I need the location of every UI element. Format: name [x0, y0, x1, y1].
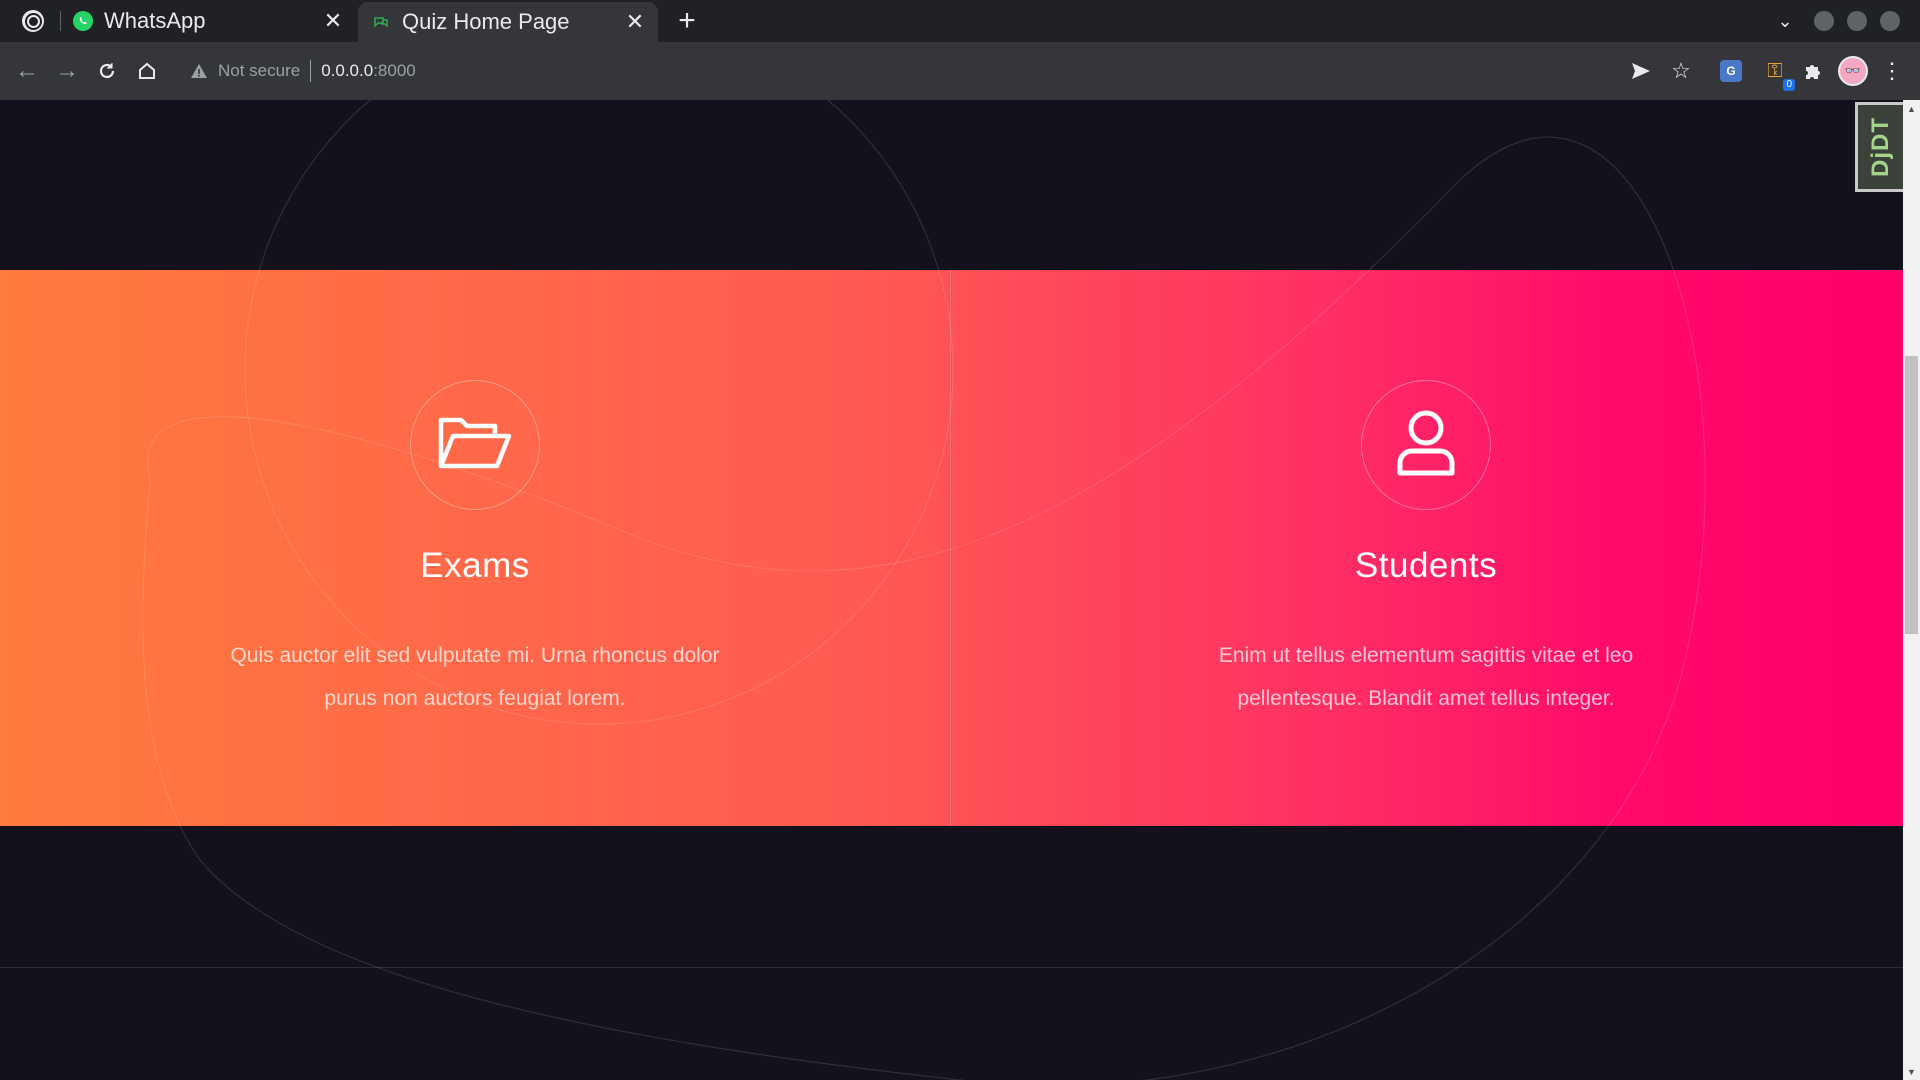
tab-title: WhatsApp: [104, 8, 206, 33]
feature-icon-circle: [1361, 380, 1491, 510]
close-tab-icon[interactable]: ✕: [622, 9, 648, 35]
home-icon[interactable]: [131, 55, 163, 87]
footer-divider: [0, 967, 1903, 968]
feature-title: Students: [1354, 546, 1498, 585]
feature-card-exams: Exams Quis auctor elit sed vulputate mi.…: [0, 270, 950, 826]
tab-whatsapp[interactable]: WhatsApp ✕: [60, 0, 356, 42]
minimize-button[interactable]: [1814, 11, 1834, 31]
tab-quiz-home[interactable]: Quiz Home Page ✕: [358, 2, 658, 42]
url-host: 0.0.0.0: [321, 61, 374, 80]
tab-search-chevron-icon[interactable]: ⌄: [1772, 8, 1798, 34]
scroll-down-arrow-icon[interactable]: ▼: [1903, 1063, 1920, 1080]
tab-title: Quiz Home Page: [402, 9, 570, 34]
extensions-puzzle-icon[interactable]: [1797, 55, 1829, 87]
folder-open-icon: [437, 414, 513, 477]
forward-arrow-icon[interactable]: →: [51, 55, 83, 87]
send-tab-icon[interactable]: [1625, 55, 1657, 87]
djdt-label: DjDT: [1866, 117, 1894, 177]
bookmark-star-icon[interactable]: ☆: [1665, 55, 1697, 87]
page-viewport: Exams Quis auctor elit sed vulputate mi.…: [0, 100, 1903, 1080]
page-scrollbar[interactable]: ▲ ▼: [1903, 100, 1920, 1080]
address-divider: [310, 60, 312, 82]
feature-description: Quis auctor elit sed vulputate mi. Urna …: [230, 644, 720, 710]
address-bar[interactable]: Not secure 0.0.0.0:8000: [176, 50, 1606, 92]
profile-avatar[interactable]: 👓: [1838, 56, 1868, 86]
feature-title: Exams: [420, 546, 530, 585]
warning-icon[interactable]: [188, 60, 210, 82]
page-icon: [370, 11, 392, 33]
django-debug-toolbar-handle[interactable]: DjDT: [1855, 102, 1903, 192]
extension-key-icon[interactable]: ⚿ 0: [1759, 55, 1795, 91]
whatsapp-icon: [72, 10, 94, 32]
feature-icon-circle: [410, 380, 540, 510]
tab-strip: WhatsApp ✕ Quiz Home Page ✕ + ⌄: [0, 0, 1920, 42]
new-tab-button[interactable]: +: [672, 4, 702, 37]
scroll-up-arrow-icon[interactable]: ▲: [1903, 100, 1920, 117]
url-port: :8000: [373, 61, 416, 80]
feature-description: Enim ut tellus elementum sagittis vitae …: [1218, 644, 1634, 710]
reload-icon[interactable]: [91, 55, 123, 87]
key-icon: ⚿: [1767, 59, 1783, 82]
security-status[interactable]: Not secure: [218, 61, 300, 81]
close-tab-icon[interactable]: ✕: [320, 8, 346, 34]
extension-badge: 0: [1783, 79, 1795, 91]
browser-toolbar: ← → Not secure 0.0.0.0:8000 ☆ G ⚿ 0 👓 ⋮: [0, 42, 1920, 100]
scrollbar-thumb[interactable]: [1905, 356, 1918, 634]
back-arrow-icon[interactable]: ←: [11, 55, 43, 87]
kebab-menu-icon[interactable]: ⋮: [1876, 55, 1908, 87]
close-window-button[interactable]: [1880, 11, 1900, 31]
feature-card-students: Students Enim ut tellus elementum sagitt…: [951, 270, 1901, 826]
user-icon: [1396, 409, 1456, 482]
chrome-logo-icon[interactable]: [22, 10, 44, 32]
maximize-button[interactable]: [1847, 11, 1867, 31]
features-section: Exams Quis auctor elit sed vulputate mi.…: [0, 270, 1903, 826]
translate-extension-icon[interactable]: G: [1720, 60, 1742, 82]
